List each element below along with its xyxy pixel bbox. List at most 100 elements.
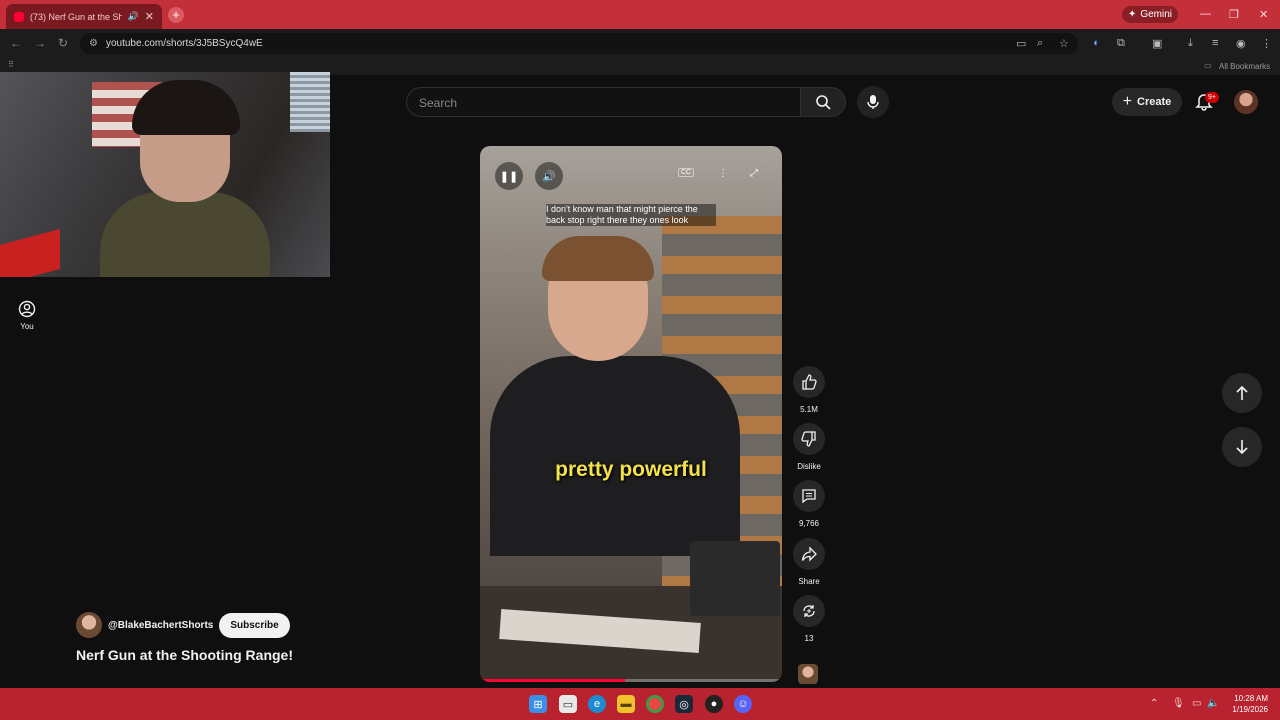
channel-avatar[interactable]	[76, 612, 102, 638]
more-options-icon[interactable]: ⋮	[718, 168, 728, 179]
video-title[interactable]: Nerf Gun at the Shooting Range!	[76, 647, 293, 663]
caption-highlight: pretty powerful	[555, 458, 707, 481]
start-windows-icon[interactable]: ⊞	[529, 695, 547, 713]
menu-icon[interactable]: ⋮	[1261, 37, 1272, 50]
cast-icon[interactable]: ▭	[1016, 37, 1026, 50]
search-icon	[816, 95, 831, 110]
back-icon[interactable]: ←	[10, 36, 22, 50]
captions-icon[interactable]: CC	[678, 168, 695, 177]
share-label: Share	[798, 577, 820, 586]
remix-icon	[803, 605, 815, 617]
subscribe-button[interactable]: Subscribe	[219, 612, 290, 638]
arrow-up-icon	[1236, 385, 1248, 400]
file-explorer-icon[interactable]: ▬	[617, 695, 635, 713]
task-view-icon[interactable]: ▭	[559, 695, 577, 713]
channel-row: @BlakeBachertShorts Subscribe	[76, 612, 290, 638]
channel-name[interactable]: @BlakeBachertShorts	[108, 620, 213, 631]
previous-short-button[interactable]	[1222, 373, 1262, 413]
dislike-button[interactable]: Dislike	[792, 423, 826, 471]
webcam-overlay	[0, 72, 330, 277]
red-object	[0, 228, 60, 277]
audio-icon[interactable]: 🔊	[128, 11, 139, 22]
tray-volume-icon[interactable]: 🔈	[1207, 698, 1219, 709]
pause-icon: ❚❚	[499, 170, 519, 183]
restore-icon[interactable]: ❐	[1229, 8, 1239, 21]
sidebar-icon[interactable]: ▣	[1152, 37, 1162, 50]
sidebar-item-you[interactable]: You	[12, 300, 42, 331]
clock-date: 1/19/2026	[1232, 705, 1268, 714]
steam-icon[interactable]: ◎	[675, 695, 693, 713]
share-button[interactable]: Share	[792, 538, 826, 586]
like-count: 5.1M	[800, 405, 818, 414]
extension-icon[interactable]: ◖	[1092, 37, 1099, 49]
comments-button[interactable]: 9,766	[792, 480, 826, 528]
minimize-icon[interactable]: —	[1200, 8, 1211, 20]
sparkle-icon: ✦	[1127, 9, 1137, 20]
voice-search-button[interactable]	[857, 86, 889, 118]
all-bookmarks[interactable]: All Bookmarks	[1219, 62, 1270, 71]
reload-icon[interactable]: ↻	[58, 36, 68, 50]
tray-mic-icon[interactable]: 🎙	[1172, 698, 1185, 709]
extensions-puzzle-icon[interactable]: ⧉	[1117, 37, 1125, 50]
fullscreen-icon[interactable]: ⤢	[750, 168, 758, 179]
download-icon[interactable]: ⤓	[1188, 37, 1193, 50]
dislike-label: Dislike	[797, 462, 821, 471]
media-icon[interactable]: ≡	[1212, 37, 1218, 49]
apps-icon[interactable]: ⠿	[8, 60, 14, 69]
arrow-down-icon	[1236, 440, 1248, 455]
edge-icon[interactable]: e	[588, 695, 606, 713]
window-blinds	[290, 72, 330, 132]
url-text: youtube.com/shorts/3J5BSycQ4wE	[105, 38, 263, 49]
microphone-icon	[867, 95, 879, 109]
share-arrow-icon	[801, 546, 817, 562]
progress-bar[interactable]	[480, 679, 782, 682]
system-clock[interactable]: 10:28 AM 1/19/2026	[1222, 693, 1268, 715]
close-tab-icon[interactable]: ✕	[145, 10, 154, 23]
site-info-icon[interactable]: ⚙	[89, 38, 98, 49]
browser-titlebar: (73) Nerf Gun at the Shooti... 🔊 ✕ + ✦ G…	[0, 0, 1280, 29]
plus-icon: +	[1122, 93, 1133, 110]
user-circle-icon	[18, 300, 36, 318]
black-case	[690, 541, 780, 616]
tab-title: (73) Nerf Gun at the Shooti...	[30, 11, 122, 22]
tray-display-icon[interactable]: ▭	[1192, 698, 1201, 709]
remix-button[interactable]: 13	[792, 595, 826, 643]
windows-taskbar: ⊞ ▭ e ▬ ◎ ● ☺ ⌃ 🎙 ▭ 🔈 10:28 AM 1/19/2026	[0, 688, 1280, 720]
close-window-icon[interactable]: ✕	[1259, 8, 1268, 21]
folder-icon: ▭	[1204, 61, 1212, 70]
bookmark-star-icon[interactable]: ☆	[1059, 37, 1069, 50]
create-label: Create	[1137, 96, 1172, 108]
search-button[interactable]	[800, 87, 846, 117]
zoom-icon[interactable]: ⌕	[1037, 37, 1043, 50]
gemini-label: Gemini	[1140, 9, 1173, 20]
new-tab-button[interactable]: +	[168, 7, 184, 23]
obs-icon[interactable]: ●	[705, 695, 723, 713]
shorts-video-player[interactable]: ❚❚ 🔊 CC ⋮ ⤢ I don't know man that might …	[480, 146, 782, 682]
gemini-button[interactable]: ✦ Gemini	[1122, 6, 1178, 23]
chrome-icon[interactable]	[646, 695, 664, 713]
forward-icon[interactable]: →	[34, 36, 46, 50]
comment-icon	[802, 489, 816, 504]
sound-avatar[interactable]	[798, 664, 818, 684]
omnibox[interactable]: ⚙ youtube.com/shorts/3J5BSycQ4wE	[80, 33, 1078, 54]
account-avatar[interactable]	[1234, 90, 1258, 114]
tray-chevron-icon[interactable]: ⌃	[1150, 698, 1158, 709]
pause-button[interactable]: ❚❚	[495, 162, 523, 190]
remix-count: 13	[804, 634, 814, 643]
streamer-shirt	[100, 192, 270, 277]
volume-button[interactable]: 🔊	[535, 162, 563, 190]
discord-icon[interactable]: ☺	[734, 695, 752, 713]
create-button[interactable]: + Create	[1112, 88, 1182, 116]
like-button[interactable]: 5.1M	[792, 366, 826, 414]
thumbs-up-icon	[802, 374, 817, 390]
browser-tab[interactable]: (73) Nerf Gun at the Shooti... 🔊 ✕	[6, 4, 162, 29]
profile-icon[interactable]: ◉	[1236, 37, 1246, 50]
search-input[interactable]: Search	[406, 87, 801, 117]
sidebar-you-label: You	[20, 322, 34, 331]
person-hair	[542, 236, 654, 281]
next-short-button[interactable]	[1222, 427, 1262, 467]
caption-line: I don't know man that might pierce the b…	[546, 204, 716, 226]
comments-count: 9,766	[798, 519, 820, 528]
volume-icon: 🔊	[542, 170, 556, 183]
person-body	[490, 356, 740, 556]
